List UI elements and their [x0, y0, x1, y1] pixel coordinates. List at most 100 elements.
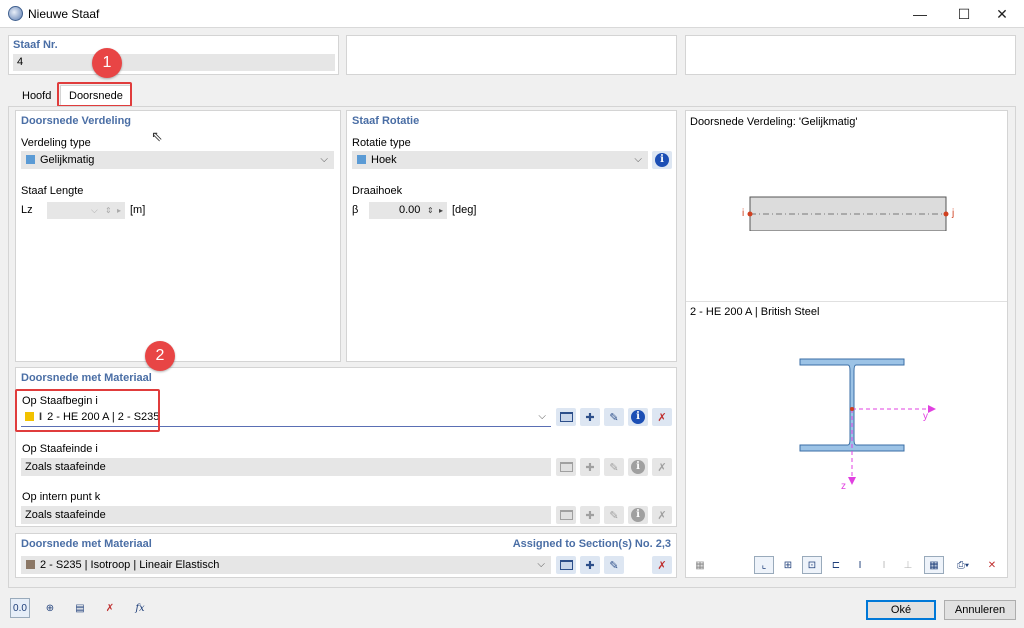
minimize-button[interactable]: — — [898, 0, 942, 28]
member-diagram — [747, 196, 949, 231]
start-library-button[interactable] — [556, 408, 576, 426]
stress-points-button[interactable]: ⊡ — [802, 556, 822, 574]
render-toggle-button[interactable]: ▦ — [690, 555, 710, 575]
info-icon: i — [631, 460, 645, 474]
axis-button[interactable]: ⊥ — [898, 556, 918, 574]
staaf-nr-input[interactable]: 4 — [13, 54, 335, 71]
header-panel-empty-2 — [685, 35, 1016, 75]
tab-callout-frame — [57, 82, 132, 107]
material-select[interactable]: 2 - S235 | Isotroop | Lineair Elastisch … — [21, 556, 551, 574]
new-material-icon: ✚ — [585, 559, 595, 572]
beta-unit: [deg] — [452, 204, 477, 216]
rotation-type-select[interactable]: Hoek ⌵ — [352, 151, 648, 169]
staaf-length-label: Staaf Lengte — [21, 185, 84, 197]
internal-info-button[interactable]: i — [628, 506, 648, 524]
dimension-icon: ⌞ — [761, 559, 767, 571]
rotation-info-button[interactable]: i — [652, 151, 672, 169]
start-delete-button[interactable]: ✗ — [652, 408, 672, 426]
internal-delete-button[interactable]: ✗ — [652, 506, 672, 524]
delete-section-icon: ✗ — [657, 509, 667, 522]
arrow-right-icon[interactable]: ▸ — [117, 202, 121, 219]
lz-unit: [m] — [130, 204, 146, 216]
close-button[interactable]: ✕ — [980, 0, 1024, 28]
lz-input[interactable]: ⌵ ⇕ ▸ — [47, 202, 125, 219]
preview-section-title: 2 - HE 200 A | British Steel — [690, 306, 820, 318]
end-library-button[interactable] — [556, 458, 576, 476]
node-j-dot — [943, 211, 949, 217]
material-edit-button[interactable]: ✎ — [604, 556, 624, 574]
print-button[interactable]: ⎙▾ — [948, 556, 978, 574]
units-button[interactable]: 0.0 — [10, 598, 30, 618]
axis-y-label: y — [923, 411, 928, 422]
rotation-title: Staaf Rotatie — [352, 115, 420, 127]
distribution-type-value: Gelijkmatig — [40, 154, 95, 166]
internal-new-button[interactable]: ✚ — [580, 506, 600, 524]
end-new-button[interactable]: ✚ — [580, 458, 600, 476]
info-icon: i — [655, 153, 669, 167]
internal-library-button[interactable] — [556, 506, 576, 524]
material-delete-button[interactable]: ✗ — [652, 556, 672, 574]
cancel-button[interactable]: Annuleren — [944, 600, 1016, 620]
delete-button[interactable]: ✗ — [100, 598, 120, 618]
app-icon — [8, 6, 23, 21]
internal-edit-button[interactable]: ✎ — [604, 506, 624, 524]
tab-hoofd[interactable]: Hoofd — [14, 86, 59, 106]
preview-panel: Doorsnede Verdeling: 'Gelijkmatig' i j 2… — [685, 110, 1008, 578]
fillet-button[interactable]: I — [874, 556, 894, 574]
reset-view-button[interactable]: ✕ — [982, 556, 1002, 574]
end-delete-button[interactable]: ✗ — [652, 458, 672, 476]
material-bottom-title: Doorsnede met Materiaal — [21, 538, 152, 550]
material-library-button[interactable] — [556, 556, 576, 574]
spinner-icon[interactable]: ⇕ — [105, 202, 112, 219]
rotation-group: Staaf Rotatie Rotatie type Hoek ⌵ i Draa… — [346, 110, 677, 362]
section-outline-button[interactable]: I — [850, 556, 870, 574]
chevron-down-icon: ⌵ — [537, 559, 545, 570]
material-value: 2 - S235 | Isotroop | Lineair Elastisch — [40, 559, 220, 571]
title-bar: Nieuwe Staaf — ☐ ✕ — [0, 0, 1024, 28]
grid-button[interactable]: ▦ — [924, 556, 944, 574]
model-button[interactable]: ⊕ — [40, 598, 60, 618]
preview-distribution-title: Doorsnede Verdeling: 'Gelijkmatig' — [690, 116, 858, 128]
rotation-type-label: Rotatie type — [352, 137, 411, 149]
library-book-icon — [559, 560, 573, 570]
edit-section-icon: ✎ — [609, 461, 619, 474]
start-info-button[interactable]: i — [628, 408, 648, 426]
staaf-nr-label: Staaf Nr. — [13, 39, 58, 51]
node-i-label: i — [742, 208, 745, 219]
chevron-down-icon: ⌵ — [91, 205, 98, 215]
formula-button[interactable]: f𝑥 — [130, 598, 150, 618]
info-icon: i — [631, 410, 645, 424]
stress-points-icon: ⊡ — [807, 559, 817, 571]
new-section-icon: ✚ — [585, 509, 595, 522]
start-edit-button[interactable]: ✎ — [604, 408, 624, 426]
rotation-color-swatch — [357, 155, 366, 164]
dimensions-button[interactable]: ⌞ — [754, 556, 774, 574]
start-new-button[interactable]: ✚ — [580, 408, 600, 426]
spinner-icon[interactable]: ⇕ — [427, 202, 434, 219]
library-book-icon — [559, 510, 573, 520]
axis-icon: ⊥ — [903, 559, 913, 571]
arrow-right-icon[interactable]: ▸ — [439, 202, 443, 219]
internal-label: Op intern punt k — [22, 491, 101, 503]
beta-input[interactable]: 0.00 ⇕ ▸ — [369, 202, 447, 219]
internal-section-field[interactable]: Zoals staafeinde — [21, 506, 551, 524]
material-bottom-group: Doorsnede met Materiaal Assigned to Sect… — [15, 533, 677, 578]
distribution-type-label: Verdeling type — [21, 137, 91, 149]
end-section-field[interactable]: Zoals staafeinde — [21, 458, 551, 476]
staaf-nr-panel: Staaf Nr. 4 — [8, 35, 339, 75]
delete-section-icon: ✗ — [657, 411, 667, 424]
ok-button[interactable]: Oké — [866, 600, 936, 620]
assigned-sections-text: Assigned to Section(s) No. 2,3 — [512, 538, 671, 550]
distribution-type-select[interactable]: Gelijkmatig ⌵ — [21, 151, 334, 169]
z-axis-arrow — [848, 477, 856, 485]
section-material-title: Doorsnede met Materiaal — [21, 372, 152, 384]
end-edit-button[interactable]: ✎ — [604, 458, 624, 476]
material-brown-swatch — [26, 560, 35, 569]
end-info-button[interactable]: i — [628, 458, 648, 476]
view-button[interactable]: ▤ — [70, 598, 90, 618]
new-section-icon: ✚ — [585, 411, 595, 424]
centroid-button[interactable]: ⊏ — [826, 556, 846, 574]
fillet-icon: I — [882, 559, 886, 571]
material-new-button[interactable]: ✚ — [580, 556, 600, 574]
thickness-button[interactable]: ⊞ — [778, 556, 798, 574]
